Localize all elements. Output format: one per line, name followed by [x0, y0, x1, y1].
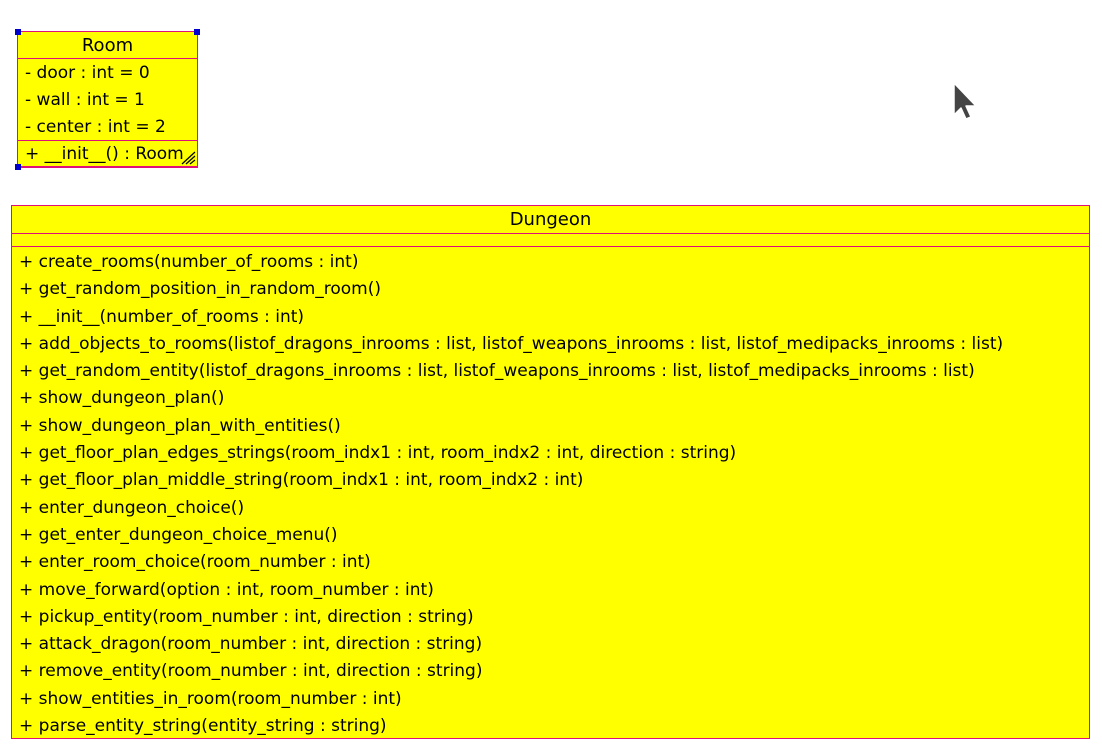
dungeon-operation[interactable]: + get_enter_dungeon_choice_menu()	[12, 522, 1089, 549]
dungeon-operation[interactable]: + parse_entity_string(entity_string : st…	[12, 713, 1089, 740]
dungeon-operation[interactable]: + move_forward(option : int, room_number…	[12, 577, 1089, 604]
selection-handle-top-left[interactable]	[15, 29, 21, 35]
selection-handle-bottom-left[interactable]	[15, 164, 21, 170]
mouse-pointer-icon	[953, 82, 977, 120]
resize-grip-icon[interactable]	[180, 151, 196, 165]
room-class[interactable]: Room - door : int = 0 - wall : int = 1 -…	[15, 29, 200, 170]
dungeon-operation[interactable]: + show_entities_in_room(room_number : in…	[12, 686, 1089, 713]
dungeon-class[interactable]: Dungeon + create_rooms(number_of_rooms :…	[11, 205, 1090, 739]
dungeon-class-name: Dungeon	[12, 206, 1089, 234]
dungeon-operation[interactable]: + get_floor_plan_middle_string(room_indx…	[12, 467, 1089, 494]
dungeon-operation[interactable]: + enter_room_choice(room_number : int)	[12, 549, 1089, 576]
dungeon-attributes	[12, 234, 1089, 247]
dungeon-operation[interactable]: + get_floor_plan_edges_strings(room_indx…	[12, 440, 1089, 467]
dungeon-operation[interactable]: + get_random_position_in_random_room()	[12, 276, 1089, 303]
room-operation[interactable]: + __init__() : Room	[18, 141, 197, 167]
room-attribute[interactable]: - wall : int = 1	[18, 87, 197, 114]
dungeon-operation[interactable]: + attack_dragon(room_number : int, direc…	[12, 631, 1089, 658]
dungeon-operation[interactable]: + show_dungeon_plan_with_entities()	[12, 413, 1089, 440]
room-class-name: Room	[18, 32, 197, 59]
room-operations: + __init__() : Room	[18, 141, 197, 167]
dungeon-operation[interactable]: + get_random_entity(listof_dragons_inroo…	[12, 358, 1089, 385]
dungeon-operation[interactable]: + add_objects_to_rooms(listof_dragons_in…	[12, 331, 1089, 358]
dungeon-operation[interactable]: + remove_entity(room_number : int, direc…	[12, 658, 1089, 685]
dungeon-operation[interactable]: + create_rooms(number_of_rooms : int)	[12, 249, 1089, 276]
room-attributes: - door : int = 0 - wall : int = 1 - cent…	[18, 59, 197, 141]
dungeon-operation[interactable]: + enter_dungeon_choice()	[12, 495, 1089, 522]
dungeon-operation[interactable]: + __init__(number_of_rooms : int)	[12, 304, 1089, 331]
selection-handle-top-right[interactable]	[194, 29, 200, 35]
dungeon-operation[interactable]: + show_dungeon_plan()	[12, 385, 1089, 412]
dungeon-operation[interactable]: + pickup_entity(room_number : int, direc…	[12, 604, 1089, 631]
room-attribute[interactable]: - center : int = 2	[18, 114, 197, 141]
dungeon-operations: + create_rooms(number_of_rooms : int) + …	[12, 247, 1089, 740]
room-attribute[interactable]: - door : int = 0	[18, 60, 197, 87]
